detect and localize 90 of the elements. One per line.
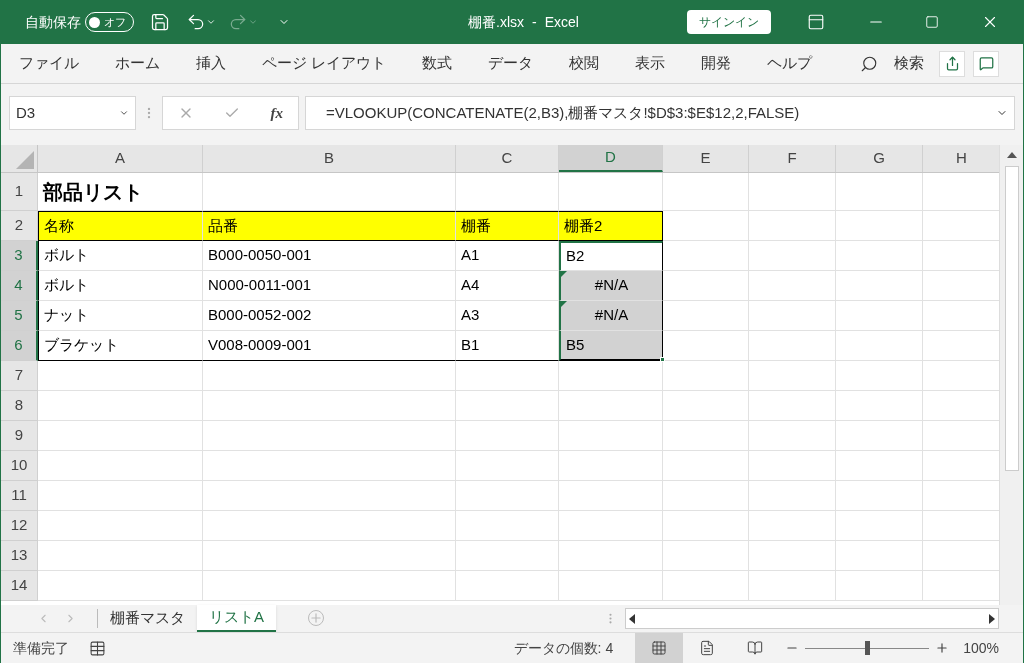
row-header[interactable]: 4 [1, 271, 38, 301]
column-header[interactable]: A [38, 145, 203, 172]
formula-field[interactable]: =VLOOKUP(CONCATENATE(2,B3),棚番マスタ!$D$3:$E$12,2,FALSE) [305, 96, 1015, 130]
table-cell[interactable]: V008-0009-001 [203, 331, 456, 361]
row-header[interactable]: 11 [1, 481, 38, 511]
row-header[interactable]: 6 [1, 331, 38, 361]
table-cell[interactable]: ボルト [38, 271, 203, 301]
table-cell[interactable]: 部品リスト [38, 173, 203, 211]
ribbon-tab[interactable]: 挿入 [196, 52, 226, 75]
table-cell[interactable]: ブラケット [38, 331, 203, 361]
comments-button[interactable] [973, 50, 999, 77]
search-button[interactable]: 検索 [860, 52, 925, 75]
share-icon [944, 56, 960, 71]
table-cell[interactable]: ボルト [38, 241, 203, 271]
row-header[interactable]: 1 [1, 173, 38, 211]
view-icon [699, 640, 716, 656]
table-cell[interactable]: N000-0011-001 [203, 271, 456, 301]
column-header[interactable]: D [559, 145, 663, 172]
name-box[interactable]: D3 [9, 96, 136, 130]
row-header[interactable]: 9 [1, 421, 38, 451]
redo-icon [228, 12, 248, 32]
sheet-tab[interactable]: リストA [197, 605, 276, 632]
table-cell[interactable]: B5 [559, 331, 663, 361]
status-text: 準備完了 [13, 638, 69, 658]
error-indicator-icon[interactable] [561, 271, 567, 277]
row-header[interactable]: 2 [1, 211, 38, 241]
table-cell[interactable]: B000-0050-001 [203, 241, 456, 271]
table-cell[interactable]: 名称 [38, 211, 203, 241]
ribbon-tab[interactable]: 開発 [701, 52, 732, 75]
fill-handle[interactable] [660, 357, 665, 362]
count-text: データの個数: 4 [513, 638, 614, 658]
column-header[interactable]: F [749, 145, 836, 172]
undo-icon[interactable] [186, 12, 206, 32]
maximize-icon[interactable] [925, 15, 939, 29]
caret-icon[interactable] [206, 17, 216, 27]
column-header[interactable]: B [203, 145, 456, 172]
row-header[interactable]: 8 [1, 391, 38, 421]
view-icon [747, 640, 764, 656]
row-header[interactable]: 7 [1, 361, 38, 391]
ribbon-tab[interactable]: 表示 [635, 52, 666, 75]
ribbon-tab[interactable]: ヘルプ [767, 52, 813, 75]
add-sheet-icon[interactable] [308, 610, 324, 626]
comment-icon [978, 56, 994, 71]
search-icon [860, 54, 879, 73]
table-cell[interactable]: A3 [456, 301, 559, 331]
title-separator: - [532, 12, 537, 32]
zoom-slider[interactable] [805, 641, 930, 655]
ribbon-tab[interactable]: ファイル [19, 52, 79, 75]
column-header[interactable]: E [663, 145, 749, 172]
ribbon-tab[interactable]: データ [488, 52, 534, 75]
table-cell[interactable]: B000-0052-002 [203, 301, 456, 331]
table-cell[interactable]: #N/A [559, 271, 663, 301]
ribbon-tab[interactable]: 校閲 [569, 52, 600, 75]
zoom-level[interactable]: 100% [963, 637, 999, 659]
row-header[interactable]: 10 [1, 451, 38, 481]
file-name: 棚番.xlsx [468, 12, 525, 32]
function-icon[interactable]: fx [270, 101, 283, 125]
table-cell[interactable]: B1 [456, 331, 559, 361]
ribbon-tab[interactable]: ホーム [115, 52, 160, 75]
table-cell[interactable]: A1 [456, 241, 559, 271]
table-cell[interactable]: 品番 [203, 211, 456, 241]
sheet-tab[interactable]: 棚番マスタ [98, 605, 197, 632]
ribbon-tab[interactable]: ページ レイアウト [262, 52, 387, 75]
row-header[interactable]: 14 [1, 571, 38, 601]
ribbon-display-icon[interactable] [807, 13, 825, 31]
zoom-in-icon[interactable] [935, 641, 950, 655]
caret-icon [248, 17, 258, 27]
table-cell[interactable]: B2 [559, 241, 663, 271]
app-name: Excel [544, 12, 579, 32]
row-header[interactable]: 5 [1, 301, 38, 331]
share-button[interactable] [939, 50, 965, 77]
error-indicator-icon[interactable] [561, 301, 567, 307]
column-header[interactable]: G [836, 145, 923, 172]
table-cell[interactable]: A4 [456, 271, 559, 301]
table-cell[interactable]: 棚番 [456, 211, 559, 241]
caret-icon [119, 108, 129, 118]
row-header[interactable]: 12 [1, 511, 38, 541]
table-cell[interactable]: ナット [38, 301, 203, 331]
ribbon-tab[interactable]: 数式 [422, 52, 453, 75]
horizontal-scrollbar[interactable] [625, 608, 999, 629]
table-cell[interactable]: 棚番2 [559, 211, 663, 241]
macro-icon[interactable] [89, 639, 106, 657]
save-icon[interactable] [150, 12, 170, 32]
row-header[interactable]: 3 [1, 241, 38, 271]
autosave-label: 自動保存 [25, 12, 81, 32]
view-icon [651, 640, 668, 656]
view-button[interactable] [635, 633, 684, 663]
signin-button[interactable]: サインイン [687, 10, 771, 34]
row-header[interactable]: 13 [1, 541, 38, 571]
table-cell[interactable]: #N/A [559, 301, 663, 331]
